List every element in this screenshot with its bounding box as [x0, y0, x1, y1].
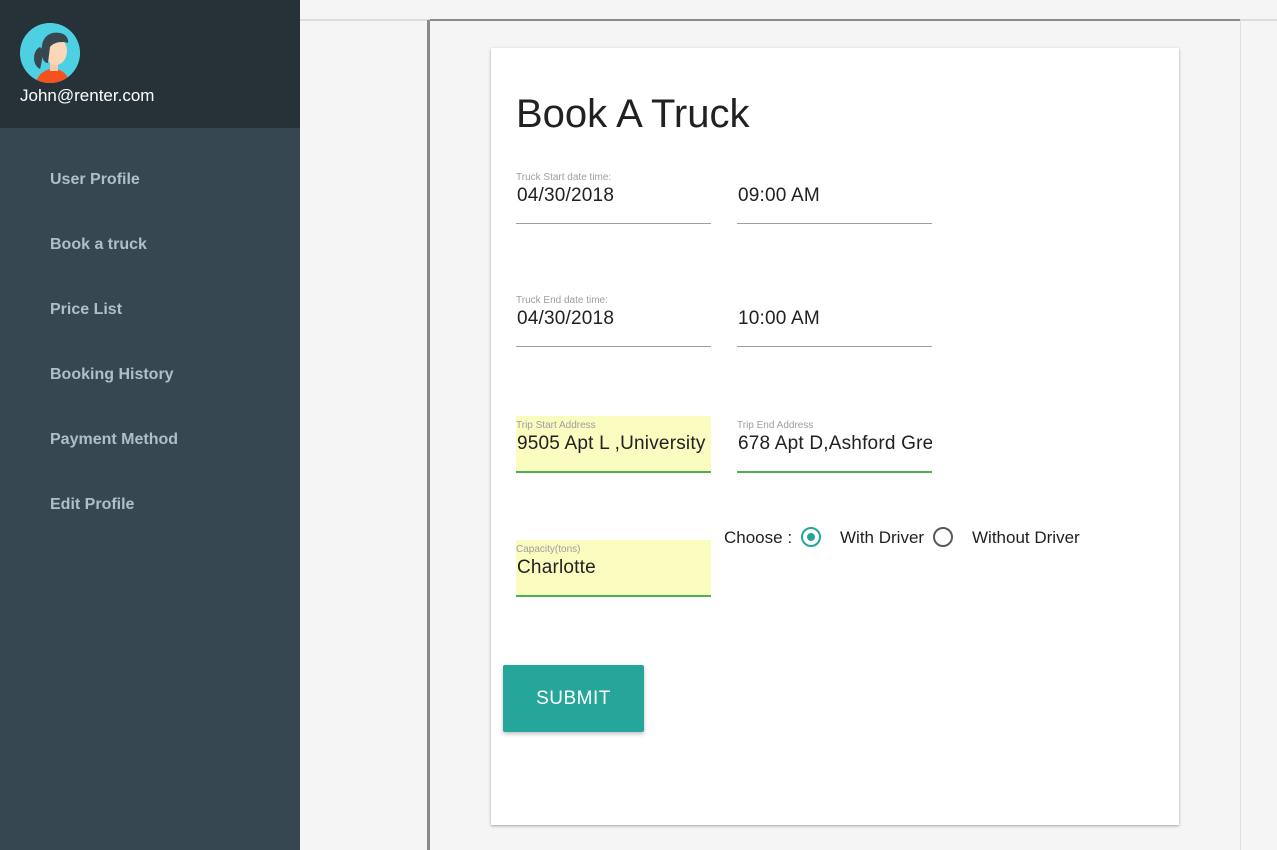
driver-choice-label: Choose : — [724, 528, 793, 547]
sidebar-item-user-profile[interactable]: User Profile — [0, 160, 300, 200]
start-date-value: 04/30/2018 — [517, 185, 615, 206]
capacity-field[interactable]: Capacity(tons) Charlotte — [516, 540, 711, 597]
end-date-field[interactable]: Truck End date time: 04/30/2018 — [516, 291, 711, 347]
sidebar-item-label: Edit Profile — [50, 496, 135, 513]
end-datetime-label: Truck End date time: — [516, 295, 608, 306]
end-date-value: 04/30/2018 — [517, 308, 615, 329]
end-time-value: 10:00 AM — [738, 308, 820, 329]
end-time-field[interactable]: 10:00 AM — [737, 291, 932, 347]
top-bar — [300, 0, 1277, 21]
capacity-label: Capacity(tons) — [516, 544, 581, 555]
sidebar: John@renter.com User Profile Book a truc… — [0, 0, 300, 850]
trip-end-address-field[interactable]: Trip End Address 678 Apt D,Ashford Gre — [737, 416, 932, 473]
with-driver-radio[interactable] — [801, 527, 821, 547]
trip-end-address-value: 678 Apt D,Ashford Gre — [738, 433, 932, 454]
trip-start-address-label: Trip Start Address — [516, 420, 596, 431]
sidebar-item-edit-profile[interactable]: Edit Profile — [0, 485, 300, 525]
sidebar-item-payment-method[interactable]: Payment Method — [0, 420, 300, 460]
content-frame-top-border — [430, 19, 1240, 21]
sidebar-item-price-list[interactable]: Price List — [0, 290, 300, 330]
with-driver-label[interactable]: With Driver — [840, 528, 924, 548]
sidebar-item-label: User Profile — [50, 171, 140, 188]
start-datetime-label: Truck Start date time: — [516, 172, 612, 183]
sidebar-item-booking-history[interactable]: Booking History — [0, 355, 300, 395]
sidebar-item-book-a-truck[interactable]: Book a truck — [0, 225, 300, 265]
without-driver-label[interactable]: Without Driver — [972, 528, 1080, 548]
capacity-value: Charlotte — [517, 557, 596, 578]
start-time-value: 09:00 AM — [738, 185, 820, 206]
sidebar-header: John@renter.com — [0, 0, 300, 128]
trip-start-address-field[interactable]: Trip Start Address 9505 Apt L ,Universit… — [516, 416, 711, 473]
content-frame-right-border — [1240, 20, 1241, 850]
sidebar-item-label: Book a truck — [50, 236, 147, 253]
start-time-field[interactable]: 09:00 AM — [737, 168, 932, 224]
sidebar-item-label: Booking History — [50, 366, 174, 383]
booking-form-card: Book A Truck Truck Start date time: 04/3… — [491, 48, 1179, 825]
submit-button[interactable]: SUBMIT — [503, 665, 644, 732]
page-title: Book A Truck — [516, 92, 750, 136]
start-date-field[interactable]: Truck Start date time: 04/30/2018 — [516, 168, 711, 224]
trip-end-address-label: Trip End Address — [737, 420, 814, 431]
content-frame-left-border — [427, 20, 430, 850]
user-email: John@renter.com — [20, 86, 155, 105]
user-avatar-icon — [20, 23, 80, 83]
trip-start-address-value: 9505 Apt L ,University — [517, 433, 706, 454]
without-driver-radio[interactable] — [933, 527, 953, 547]
sidebar-item-label: Payment Method — [50, 431, 179, 448]
sidebar-item-label: Price List — [50, 301, 123, 318]
